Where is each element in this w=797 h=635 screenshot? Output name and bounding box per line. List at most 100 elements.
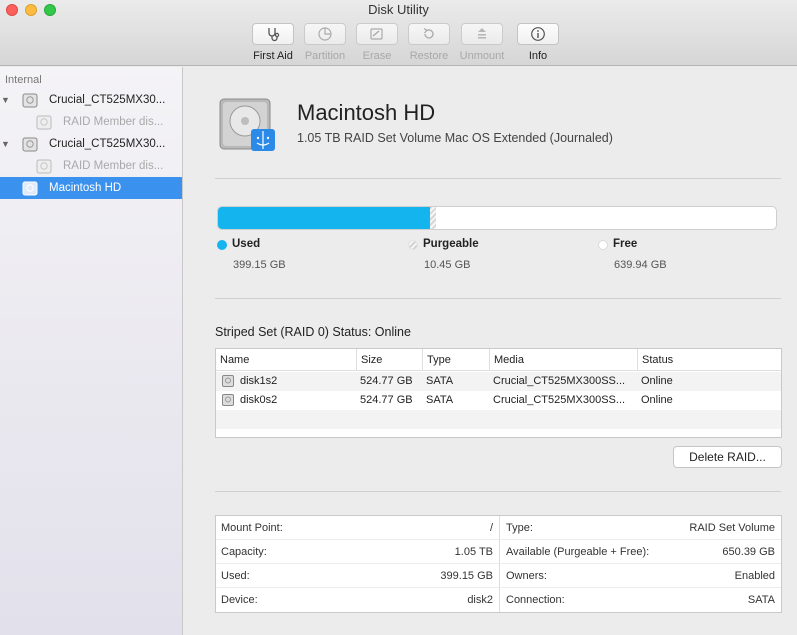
legend-label: Free — [613, 238, 638, 250]
hard-drive-icon — [22, 93, 38, 107]
info-value: 650.39 GB — [722, 546, 775, 558]
eject-icon — [478, 28, 486, 39]
hard-disk-icon — [219, 98, 275, 151]
info-row-connection: Connection: SATA — [501, 588, 781, 612]
sidebar-item-crucial-disk-2[interactable]: ▼ Crucial_CT525MX30... — [0, 133, 182, 155]
sidebar-item-raid-member-2[interactable]: RAID Member dis... — [0, 155, 182, 177]
divider — [215, 491, 781, 492]
window-title: Disk Utility — [368, 2, 429, 17]
info-column-right: Type: RAID Set Volume Available (Purgeab… — [501, 516, 781, 612]
info-label: Info — [528, 50, 548, 62]
divider — [215, 178, 781, 179]
sidebar-item-macintosh-hd[interactable]: Macintosh HD — [0, 177, 182, 199]
legend-value: 639.94 GB — [614, 259, 667, 271]
info-key: Mount Point: — [221, 522, 283, 534]
info-key: Owners: — [506, 570, 547, 582]
legend-label: Purgeable — [423, 238, 479, 250]
sidebar-item-label: Crucial_CT525MX30... — [49, 94, 166, 106]
sidebar-item-label: Macintosh HD — [49, 182, 122, 194]
partition-button[interactable]: Partition — [295, 23, 355, 62]
cell-name: disk1s2 — [240, 375, 278, 387]
restore-button[interactable]: Restore — [399, 23, 459, 62]
cell-media: Crucial_CT525MX300SS... — [493, 394, 626, 406]
disk-icon — [222, 375, 234, 387]
info-column-left: Mount Point: / Capacity: 1.05 TB Used: 3… — [216, 516, 500, 612]
info-value: disk2 — [467, 594, 493, 606]
info-value: SATA — [747, 594, 775, 606]
disclosure-triangle-icon[interactable]: ▼ — [1, 95, 10, 105]
raid-status: Striped Set (RAID 0) Status: Online — [215, 325, 411, 339]
stethoscope-icon — [268, 28, 280, 42]
purgeable-dot-icon — [408, 240, 418, 250]
disclosure-triangle-icon[interactable]: ▼ — [1, 139, 10, 149]
disk-icon — [222, 394, 234, 406]
cell-size: 524.77 GB — [360, 375, 413, 387]
info-value: 399.15 GB — [440, 570, 493, 582]
table-row-empty — [216, 410, 781, 429]
free-dot-icon — [598, 240, 608, 250]
table-row[interactable]: disk1s2 524.77 GB SATA Crucial_CT525MX30… — [216, 372, 781, 391]
disk-usage-bar — [217, 206, 777, 230]
sidebar-item-label: Crucial_CT525MX30... — [49, 138, 166, 150]
sidebar-item-raid-member-1[interactable]: RAID Member dis... — [0, 111, 182, 133]
usage-segment-purgeable — [430, 207, 436, 229]
restore-label: Restore — [409, 50, 449, 62]
table-header: Name Size Type Media Status — [216, 349, 781, 371]
info-row-owners: Owners: Enabled — [501, 564, 781, 588]
legend-value: 399.15 GB — [233, 259, 286, 271]
volume-icon — [22, 181, 38, 195]
info-key: Capacity: — [221, 546, 267, 558]
sidebar-item-label: RAID Member dis... — [63, 160, 164, 172]
column-header-name[interactable]: Name — [216, 349, 356, 371]
sidebar: Internal ▼ Crucial_CT525MX30... RAID Mem… — [0, 67, 183, 635]
erase-button[interactable]: Erase — [347, 23, 407, 62]
info-row-mount-point: Mount Point: / — [216, 516, 499, 540]
info-key: Connection: — [506, 594, 565, 606]
cell-status: Online — [641, 394, 673, 406]
info-row-device: Device: disk2 — [216, 588, 499, 612]
delete-raid-button[interactable]: Delete RAID... — [673, 446, 782, 468]
table-row[interactable]: disk0s2 524.77 GB SATA Crucial_CT525MX30… — [216, 391, 781, 410]
sidebar-header-internal: Internal — [5, 74, 42, 86]
column-header-size[interactable]: Size — [356, 349, 422, 371]
info-value: RAID Set Volume — [689, 522, 775, 534]
info-button[interactable]: Info — [508, 23, 568, 62]
cell-status: Online — [641, 375, 673, 387]
used-dot-icon — [217, 240, 227, 250]
info-value: Enabled — [734, 570, 775, 582]
restore-icon — [423, 28, 434, 39]
cell-media: Crucial_CT525MX300SS... — [493, 375, 626, 387]
legend-value: 10.45 GB — [424, 259, 471, 271]
raid-members-table: Name Size Type Media Status disk1s2 524.… — [215, 348, 782, 438]
table-body: disk1s2 524.77 GB SATA Crucial_CT525MX30… — [216, 372, 781, 438]
volume-info-panel: Mount Point: / Capacity: 1.05 TB Used: 3… — [215, 515, 782, 613]
pie-chart-icon — [318, 27, 332, 41]
window-toolbar: Disk Utility First Aid Partition Erase R… — [0, 0, 797, 66]
cell-size: 524.77 GB — [360, 394, 413, 406]
info-row-type: Type: RAID Set Volume — [501, 516, 781, 540]
main-panel: Macintosh HD 1.05 TB RAID Set Volume Mac… — [184, 67, 797, 635]
info-row-used: Used: 399.15 GB — [216, 564, 499, 588]
first-aid-button[interactable]: First Aid — [243, 23, 303, 62]
info-icon — [531, 27, 545, 41]
unmount-button[interactable]: Unmount — [452, 23, 512, 62]
cell-type: SATA — [426, 394, 454, 406]
sidebar-item-crucial-disk-1[interactable]: ▼ Crucial_CT525MX30... — [0, 89, 182, 111]
divider — [215, 298, 781, 299]
info-value: / — [489, 522, 493, 534]
column-header-type[interactable]: Type — [422, 349, 489, 371]
volume-icon — [36, 115, 52, 129]
volume-description: 1.05 TB RAID Set Volume Mac OS Extended … — [297, 131, 613, 145]
erase-icon — [370, 28, 383, 40]
hard-drive-icon — [22, 137, 38, 151]
partition-label: Partition — [304, 50, 346, 62]
info-key: Available (Purgeable + Free): — [506, 546, 650, 558]
legend-label: Used — [232, 238, 261, 250]
info-key: Device: — [221, 594, 258, 606]
usage-segment-used — [218, 207, 431, 229]
erase-label: Erase — [362, 50, 392, 62]
column-header-media[interactable]: Media — [489, 349, 637, 371]
column-header-status[interactable]: Status — [637, 349, 781, 371]
info-row-capacity: Capacity: 1.05 TB — [216, 540, 499, 564]
sidebar-item-label: RAID Member dis... — [63, 116, 164, 128]
